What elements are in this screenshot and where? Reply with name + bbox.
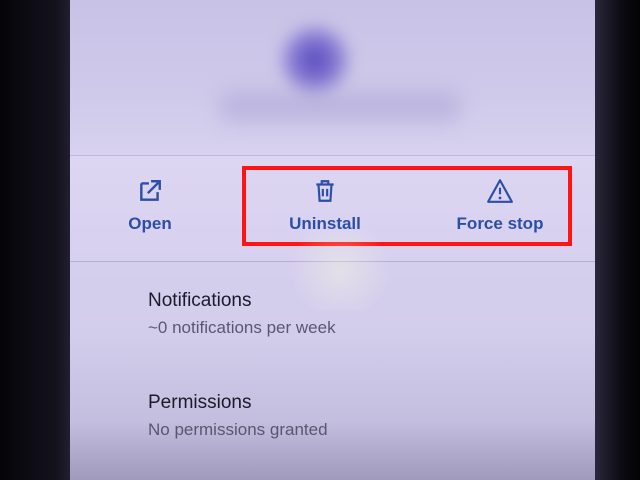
open-in-new-icon <box>85 178 215 204</box>
permissions-setting[interactable]: Permissions No permissions granted <box>148 392 328 440</box>
phone-screen: Open Uninstall Force stop Notifications … <box>70 0 600 480</box>
highlight-box <box>242 166 572 246</box>
phone-bezel-right <box>595 0 640 480</box>
section-divider <box>70 261 600 262</box>
open-button[interactable]: Open <box>85 178 215 234</box>
phone-bezel-left <box>0 0 80 480</box>
notifications-setting[interactable]: Notifications ~0 notifications per week <box>148 290 336 338</box>
permissions-subtitle: No permissions granted <box>148 420 328 439</box>
app-name-blurred <box>220 92 460 122</box>
app-header <box>70 0 600 155</box>
notifications-subtitle: ~0 notifications per week <box>148 318 336 337</box>
permissions-title: Permissions <box>148 392 252 413</box>
open-label: Open <box>128 214 172 233</box>
app-actions-row: Open Uninstall Force stop <box>70 155 600 261</box>
notifications-title: Notifications <box>148 290 252 311</box>
app-icon-blurred <box>275 20 355 100</box>
